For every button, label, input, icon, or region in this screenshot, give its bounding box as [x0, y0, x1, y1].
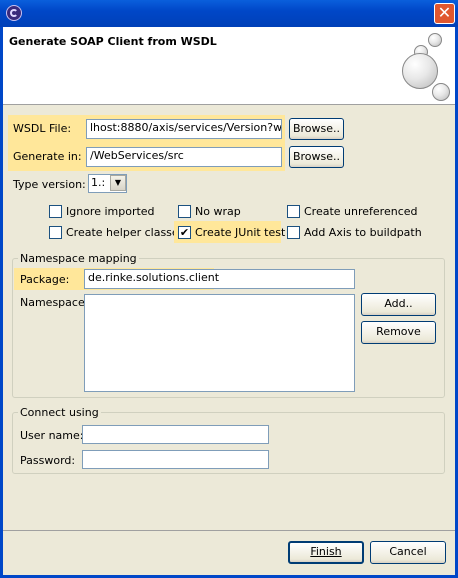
create-unreferenced-label: Create unreferenced — [304, 205, 418, 218]
add-namespace-button[interactable]: Add.. — [361, 293, 436, 316]
package-label: Package: — [20, 273, 70, 286]
window-border-left — [0, 27, 3, 578]
remove-namespace-button[interactable]: Remove — [361, 321, 436, 344]
ignore-imported-label: Ignore imported — [66, 205, 155, 218]
footer-separator — [3, 530, 455, 531]
create-junit-test-label: Create JUnit test — [195, 226, 286, 239]
title-bar[interactable] — [0, 0, 458, 27]
create-helper-classes-checkbox[interactable] — [49, 226, 62, 239]
type-version-label: Type version: — [13, 178, 86, 191]
cancel-button[interactable]: Cancel — [370, 541, 446, 564]
password-label: Password: — [20, 454, 76, 467]
generate-in-input[interactable]: /WebServices/src — [86, 147, 282, 167]
wsdl-file-input[interactable]: lhost:8880/axis/services/Version?wsdl — [86, 119, 282, 139]
chevron-down-icon[interactable]: ▼ — [110, 175, 126, 191]
add-axis-checkbox[interactable] — [287, 226, 300, 239]
generate-browse-button[interactable]: Browse.. — [289, 146, 344, 168]
wsdl-browse-button[interactable]: Browse.. — [289, 118, 344, 140]
bubbles-icon — [398, 31, 450, 101]
generate-in-label: Generate in: — [13, 150, 82, 163]
username-input[interactable] — [82, 425, 269, 444]
finish-button[interactable]: Finish — [288, 541, 364, 564]
checkmark-icon: ✔ — [179, 226, 190, 239]
eclipse-icon[interactable] — [6, 5, 22, 21]
dialog-header: Generate SOAP Client from WSDL — [3, 27, 455, 105]
wsdl-file-label: WSDL File: — [13, 122, 72, 135]
no-wrap-label: No wrap — [195, 205, 241, 218]
password-input[interactable] — [82, 450, 269, 469]
ignore-imported-checkbox[interactable] — [49, 205, 62, 218]
type-version-value: 1.: — [91, 176, 106, 189]
close-icon: ✕ — [437, 3, 452, 22]
no-wrap-checkbox[interactable] — [178, 205, 191, 218]
connect-using-title: Connect using — [18, 406, 101, 419]
create-junit-test-checkbox[interactable]: ✔ — [178, 226, 191, 239]
page-title: Generate SOAP Client from WSDL — [9, 35, 217, 48]
username-label: User name: — [20, 429, 84, 442]
close-button[interactable]: ✕ — [434, 3, 455, 24]
namespace-mapping-title: Namespace mapping — [18, 252, 139, 265]
create-unreferenced-checkbox[interactable] — [287, 205, 300, 218]
create-helper-classes-label: Create helper classes — [66, 226, 185, 239]
add-axis-label: Add Axis to buildpath — [304, 226, 422, 239]
namespace-list[interactable] — [84, 294, 355, 392]
finish-button-label: Finish — [310, 545, 342, 558]
namespace-label: Namespace: — [20, 296, 89, 309]
package-input[interactable]: de.rinke.solutions.client — [84, 269, 355, 289]
